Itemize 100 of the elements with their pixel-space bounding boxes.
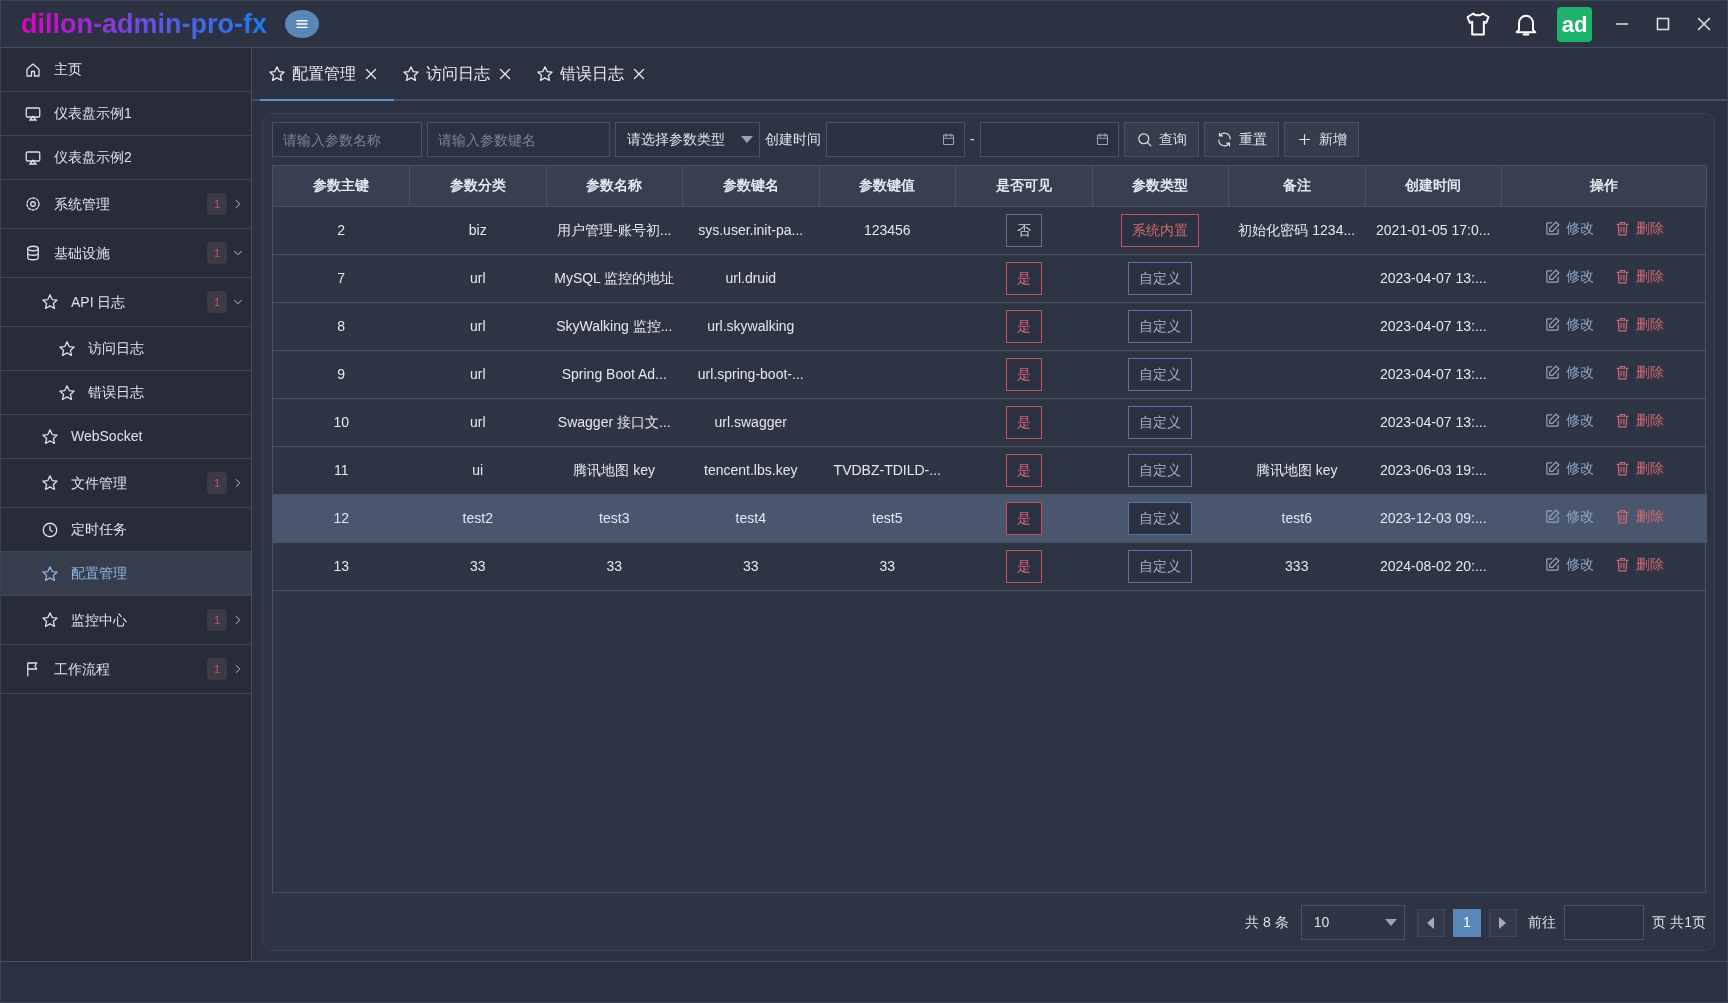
calendar-icon bbox=[941, 132, 956, 147]
type-tag: 自定义 bbox=[1128, 501, 1193, 535]
search-field[interactable]: 请输入参数名称 bbox=[272, 122, 422, 157]
sidebar-item[interactable]: WebSocket bbox=[1, 415, 251, 459]
table-row[interactable]: 7 url MySQL 监控的地址 url.druid 是 自定义 2023-04-07 13:... 修改 删除 bbox=[273, 254, 1707, 302]
edit-link[interactable]: 修改 bbox=[1534, 265, 1604, 287]
sidebar-item[interactable]: 仪表盘示例2 bbox=[1, 136, 251, 180]
sidebar-item[interactable]: 配置管理 bbox=[1, 552, 251, 596]
edit-icon bbox=[1544, 411, 1561, 429]
monitor-icon bbox=[24, 104, 42, 123]
sidebar-item[interactable]: 主页 bbox=[1, 48, 251, 92]
menu-button[interactable] bbox=[284, 10, 319, 38]
column-header: 操作 bbox=[1501, 166, 1707, 206]
edit-icon bbox=[1544, 267, 1561, 285]
table-cell: MySQL 监控的地址 bbox=[554, 269, 675, 286]
delete-link[interactable]: 删除 bbox=[1604, 409, 1674, 431]
star-icon bbox=[41, 611, 59, 629]
table-cell: test4 bbox=[735, 509, 766, 526]
page-size-dropdown[interactable]: 10 bbox=[1300, 905, 1405, 940]
table-row[interactable]: 2 biz 用户管理-账号初... sys.user.init-pa... 123456 否 系统内置 初始化密码 1234... 2021-01-05 17:0... 修改 删除 bbox=[273, 206, 1707, 254]
shirt-icon[interactable] bbox=[1464, 10, 1492, 38]
count-badge: 1 bbox=[207, 658, 227, 680]
table-cell: url.spring-boot-... bbox=[697, 365, 804, 382]
clock-icon bbox=[41, 520, 59, 539]
monitor-icon bbox=[24, 148, 42, 167]
count-badge: 1 bbox=[207, 472, 227, 494]
table-cell: 123456 bbox=[863, 221, 911, 238]
table-cell: url.druid bbox=[725, 269, 777, 286]
table-cell: test3 bbox=[599, 509, 630, 526]
delete-link[interactable]: 删除 bbox=[1604, 313, 1674, 335]
delete-link[interactable]: 删除 bbox=[1604, 553, 1674, 575]
edit-icon bbox=[1544, 315, 1561, 333]
edit-icon bbox=[1544, 363, 1561, 381]
edit-link[interactable]: 修改 bbox=[1534, 217, 1604, 239]
sidebar-item[interactable]: 访问日志 bbox=[1, 327, 251, 371]
trash-icon bbox=[1614, 459, 1631, 477]
reset-button[interactable]: 重置 bbox=[1203, 122, 1279, 157]
sidebar-item[interactable]: 基础设施 1 bbox=[1, 229, 251, 278]
caret-left-icon bbox=[1427, 916, 1435, 929]
table-cell: 2023-12-03 09:... bbox=[1379, 509, 1487, 526]
type-tag: 自定义 bbox=[1128, 453, 1193, 487]
settings-icon bbox=[24, 195, 42, 213]
search-button[interactable]: 查询 bbox=[1123, 122, 1199, 157]
previous-page-button[interactable] bbox=[1416, 908, 1445, 937]
delete-link[interactable]: 删除 bbox=[1604, 361, 1674, 383]
table-cell: 初始化密码 1234... bbox=[1238, 221, 1356, 238]
date-field[interactable] bbox=[826, 122, 965, 157]
sidebar-item[interactable]: 监控中心 1 bbox=[1, 596, 251, 645]
edit-link[interactable]: 修改 bbox=[1534, 361, 1604, 383]
column-header: 参数主键 bbox=[273, 166, 410, 206]
trash-icon bbox=[1614, 363, 1631, 381]
table-cell: 333 bbox=[1285, 557, 1309, 574]
page-count: 页 共1页 bbox=[1652, 913, 1706, 932]
table-cell: 9 bbox=[337, 365, 346, 382]
type-tag: 自定义 bbox=[1128, 549, 1193, 583]
edit-link[interactable]: 修改 bbox=[1534, 553, 1604, 575]
sidebar-item[interactable]: 文件管理 1 bbox=[1, 459, 251, 508]
sidebar-item[interactable]: 系统管理 1 bbox=[1, 180, 251, 229]
count-badge: 1 bbox=[207, 291, 227, 313]
table-cell: 2023-04-07 13:... bbox=[1379, 365, 1487, 382]
table-cell: test5 bbox=[872, 509, 903, 526]
add-button[interactable]: 新增 bbox=[1283, 122, 1359, 157]
table-cell: ui bbox=[472, 461, 484, 478]
visibility-tag: 是 bbox=[1005, 357, 1042, 391]
date-field[interactable] bbox=[979, 122, 1119, 157]
sidebar-item[interactable]: API 日志 1 bbox=[1, 278, 251, 327]
sidebar-item[interactable]: 错误日志 bbox=[1, 371, 251, 415]
table-row[interactable]: 11 ui 腾讯地图 key tencent.lbs.key TVDBZ-TDILD-... 是 自定义 腾讯地图 key 2023-06-03 19:... 修改 删除 bbox=[273, 446, 1707, 494]
column-header: 参数分类 bbox=[409, 166, 546, 206]
table-cell: 13 bbox=[333, 557, 350, 574]
sidebar-item[interactable]: 仪表盘示例1 bbox=[1, 92, 251, 136]
edit-link[interactable]: 修改 bbox=[1534, 457, 1604, 479]
table-row[interactable]: 8 url SkyWalking 监控... url.skywalking 是 自定义 2023-04-07 13:... 修改 删除 bbox=[273, 302, 1707, 350]
table-row[interactable]: 9 url Spring Boot Ad... url.spring-boot-... 是 自定义 2023-04-07 13:... 修改 删除 bbox=[273, 350, 1707, 398]
delete-link[interactable]: 删除 bbox=[1604, 265, 1674, 287]
table-cell: 7 bbox=[337, 269, 346, 286]
tab[interactable]: 配置管理 bbox=[260, 48, 394, 101]
page-input[interactable] bbox=[1564, 905, 1645, 940]
type-tag: 系统内置 bbox=[1121, 213, 1200, 247]
edit-link[interactable]: 修改 bbox=[1534, 313, 1604, 335]
tab[interactable]: 访问日志 bbox=[394, 48, 528, 101]
table-row[interactable]: 10 url Swagger 接口文... url.swagger 是 自定义 2023-04-07 13:... 修改 删除 bbox=[273, 398, 1707, 446]
type-dropdown[interactable]: 请选择参数类型 bbox=[615, 122, 760, 157]
search-field[interactable]: 请输入参数键名 bbox=[427, 122, 610, 157]
star-icon bbox=[58, 339, 76, 358]
star-icon bbox=[58, 383, 76, 402]
edit-link[interactable]: 修改 bbox=[1534, 409, 1604, 431]
table-row[interactable]: 13 33 33 33 33 是 自定义 333 2024-08-02 20:... 修改 删除 bbox=[273, 542, 1707, 590]
visibility-tag: 是 bbox=[1005, 501, 1042, 535]
next-page-button[interactable] bbox=[1488, 908, 1517, 937]
tab[interactable]: 错误日志 bbox=[528, 48, 662, 101]
table-cell: TVDBZ-TDILD-... bbox=[833, 461, 941, 478]
star-icon bbox=[41, 427, 59, 446]
delete-link[interactable]: 删除 bbox=[1604, 457, 1674, 479]
visibility-tag: 是 bbox=[1005, 261, 1042, 295]
sidebar-item[interactable]: 工作流程 1 bbox=[1, 645, 251, 694]
table-cell: Swagger 接口文... bbox=[557, 413, 671, 430]
delete-link[interactable]: 删除 bbox=[1604, 217, 1674, 239]
page-button[interactable]: 1 bbox=[1452, 908, 1481, 937]
table-cell: url.skywalking bbox=[707, 317, 795, 334]
